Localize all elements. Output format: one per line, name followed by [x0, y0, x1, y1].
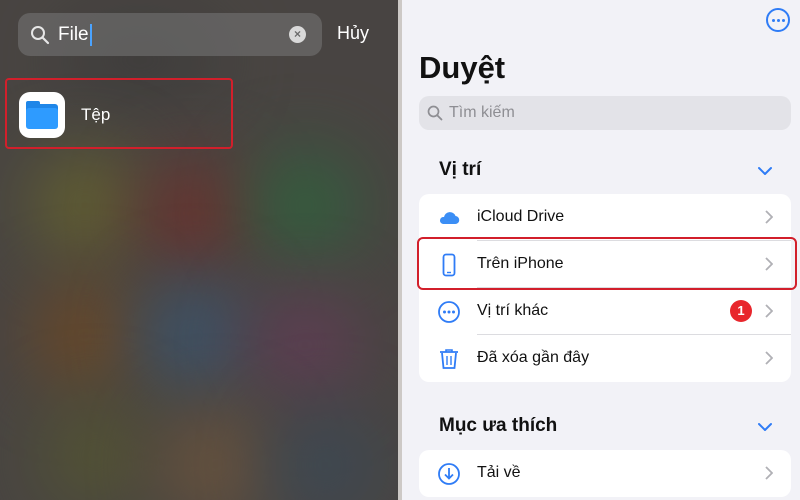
chevron-right-icon: [765, 351, 773, 365]
location-icloud-drive[interactable]: iCloud Drive: [419, 194, 791, 241]
search-query-text: File: [58, 23, 89, 45]
text-caret: [89, 23, 92, 46]
spotlight-search-input[interactable]: File ×: [18, 13, 322, 56]
location-label: Vị trí khác: [477, 302, 549, 319]
chevron-right-icon: [765, 210, 773, 224]
section-heading-locations[interactable]: Vị trí: [439, 159, 481, 181]
trash-icon: [440, 349, 458, 369]
page-title: Duyệt: [419, 50, 506, 85]
search-result-label: Tệp: [81, 105, 111, 124]
location-label: iCloud Drive: [477, 208, 565, 225]
search-result-files-app[interactable]: Tệp: [5, 78, 233, 149]
download-icon: [438, 463, 460, 485]
notification-badge: 1: [730, 300, 752, 322]
files-app-icon: [19, 92, 65, 138]
clear-search-icon[interactable]: ×: [289, 26, 306, 43]
favorite-downloads[interactable]: Tải về: [419, 450, 791, 497]
section-heading-favorites[interactable]: Mục ưa thích: [439, 415, 557, 437]
files-browse-panel: Duyệt Tìm kiếm Vị trí iCloud Drive Trên …: [402, 0, 800, 500]
highlight-box: [417, 237, 797, 290]
cancel-button[interactable]: Hủy: [337, 23, 369, 44]
chevron-down-icon[interactable]: [758, 422, 772, 432]
search-icon: [31, 25, 50, 44]
search-placeholder: Tìm kiếm: [449, 104, 515, 121]
location-recently-deleted[interactable]: Đã xóa gần đây: [419, 335, 791, 382]
favorites-list: Tải về: [419, 450, 791, 497]
search-icon: [427, 105, 443, 121]
chevron-right-icon: [765, 466, 773, 480]
icloud-icon: [439, 212, 460, 225]
more-options-icon[interactable]: [766, 8, 790, 32]
chevron-right-icon: [765, 304, 773, 318]
more-circle-icon: [438, 301, 460, 323]
spotlight-panel: File × Hủy Tệp: [0, 0, 400, 500]
location-other[interactable]: Vị trí khác 1: [419, 288, 791, 335]
favorite-label: Tải về: [477, 464, 521, 481]
chevron-down-icon[interactable]: [758, 166, 772, 176]
location-label: Đã xóa gần đây: [477, 349, 590, 366]
files-search-input[interactable]: Tìm kiếm: [419, 96, 791, 130]
